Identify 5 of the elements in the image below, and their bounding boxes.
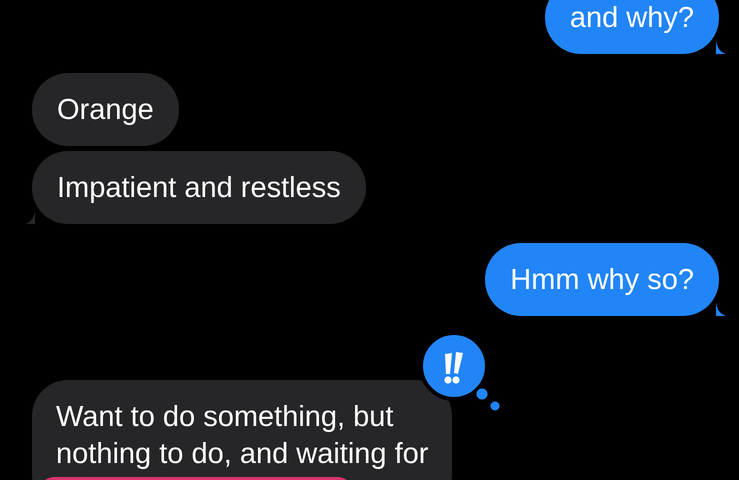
message-text: Orange xyxy=(57,93,154,128)
message-text: Want to do something, but nothing to do, and waiting for xyxy=(56,400,428,472)
message-text: Hmm why so? xyxy=(510,263,694,298)
message-text: Impatient and restless xyxy=(57,171,341,206)
message-text: and why? xyxy=(570,1,694,36)
